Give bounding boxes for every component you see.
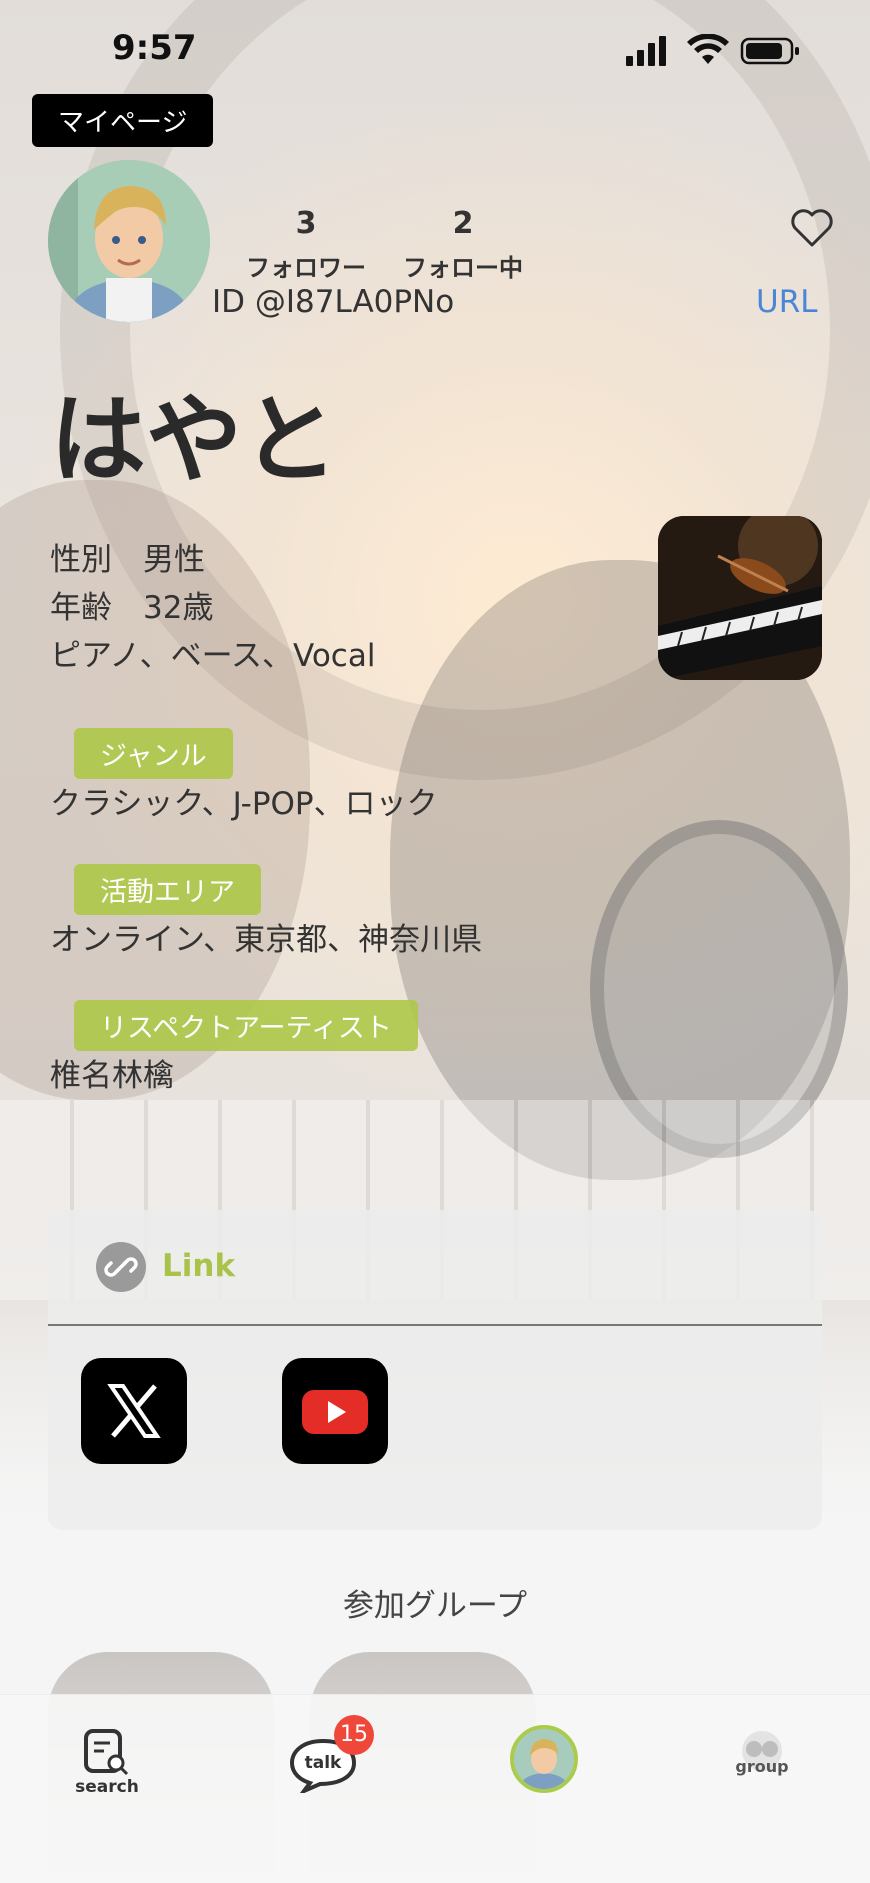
area-tag: 活動エリア bbox=[74, 864, 261, 915]
signal-icon bbox=[626, 36, 666, 66]
piano-violin-illustration bbox=[658, 516, 822, 680]
x-icon bbox=[107, 1384, 161, 1438]
status-time: 9:57 bbox=[112, 28, 197, 68]
tab-profile-avatar[interactable] bbox=[510, 1725, 578, 1793]
tab-talk-label: talk bbox=[304, 1753, 342, 1773]
talk-unread-badge: 15 bbox=[334, 1715, 374, 1755]
instrument-image[interactable] bbox=[658, 516, 822, 680]
tab-group[interactable]: group bbox=[730, 1729, 794, 1789]
x-link-button[interactable] bbox=[81, 1358, 187, 1464]
followers-count[interactable]: 3 bbox=[226, 206, 386, 241]
youtube-icon bbox=[302, 1390, 368, 1434]
genre-tag: ジャンル bbox=[74, 728, 233, 779]
groups-title: 参加グループ bbox=[342, 1588, 528, 1624]
following-label[interactable]: フォロー中 bbox=[383, 248, 543, 283]
bottom-tab-bar: search talk 15 group bbox=[0, 1694, 870, 1883]
genre-value: クラシック、J-POP、ロック bbox=[50, 786, 438, 822]
respect-artist-value: 椎名林檎 bbox=[50, 1058, 174, 1094]
link-icon bbox=[96, 1242, 146, 1292]
user-id: ID @I87LA0PNo bbox=[212, 284, 455, 320]
battery-icon bbox=[740, 37, 799, 65]
tab-search-label: search bbox=[75, 1777, 139, 1797]
link-card-header: Link bbox=[48, 1210, 822, 1326]
following-count[interactable]: 2 bbox=[383, 206, 543, 241]
status-icons bbox=[626, 34, 799, 66]
profile-avatar[interactable] bbox=[48, 160, 210, 322]
wifi-icon bbox=[687, 34, 729, 64]
profile-name: はやと bbox=[50, 384, 338, 496]
tab-search[interactable]: search bbox=[70, 1727, 144, 1797]
tab-group-label: group bbox=[735, 1757, 789, 1776]
search-icon bbox=[84, 1729, 129, 1776]
respect-artist-tag: リスペクトアーティスト bbox=[74, 1000, 418, 1051]
link-card: Link bbox=[48, 1210, 822, 1530]
age-text: 年齢 32歳 bbox=[50, 590, 214, 626]
gender-text: 性別 男性 bbox=[50, 542, 205, 578]
avatar-small-illustration bbox=[514, 1729, 574, 1789]
link-title: Link bbox=[162, 1248, 236, 1284]
youtube-link-button[interactable] bbox=[282, 1358, 388, 1464]
followers-label[interactable]: フォロワー bbox=[226, 248, 386, 283]
page-title: マイページ bbox=[32, 94, 214, 147]
instruments-text: ピアノ、ベース、Vocal bbox=[50, 638, 376, 674]
area-value: オンライン、東京都、神奈川県 bbox=[50, 922, 483, 958]
avatar-illustration bbox=[48, 160, 210, 322]
heart-icon[interactable] bbox=[790, 208, 834, 248]
url-link[interactable]: URL bbox=[756, 284, 818, 320]
